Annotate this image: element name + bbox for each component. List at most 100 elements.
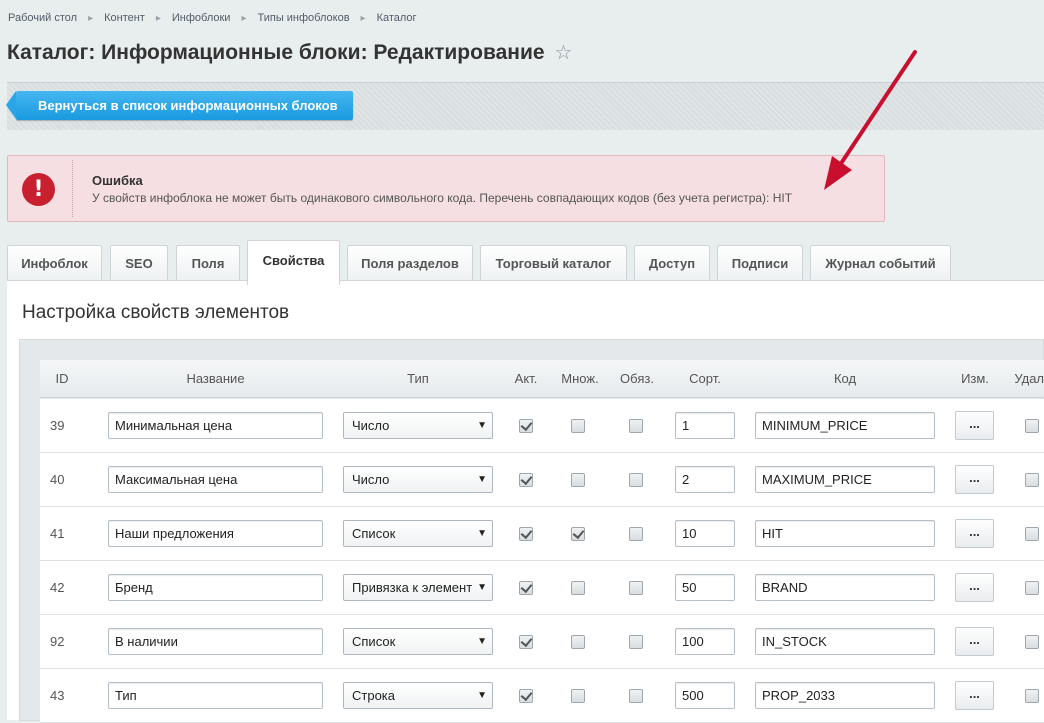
column-header-id: ID (55, 371, 69, 386)
edit-property-button[interactable]: ... (955, 681, 994, 710)
dropdown-arrow-icon: ▼ (477, 636, 487, 647)
required-checkbox[interactable] (629, 689, 643, 703)
dropdown-arrow-icon: ▼ (477, 582, 487, 593)
delete-checkbox[interactable] (1025, 689, 1039, 703)
property-id: 42 (50, 580, 65, 595)
breadcrumb-content[interactable]: Контент (104, 12, 145, 24)
error-icon: ! (22, 173, 55, 206)
delete-checkbox[interactable] (1025, 635, 1039, 649)
required-checkbox[interactable] (629, 473, 643, 487)
table-row: 43 Тип Строка ▼ 500 PROP_2033... (40, 669, 1044, 723)
breadcrumb-separator: ▸ (360, 12, 366, 24)
active-checkbox[interactable] (519, 689, 533, 703)
tab-seo[interactable]: SEO (110, 245, 168, 280)
property-name-input[interactable]: Наши предложения (108, 520, 323, 547)
section-title: Настройка свойств элементов (22, 302, 290, 323)
sort-input[interactable]: 100 (675, 628, 735, 655)
property-type-select[interactable]: Число ▼ (343, 466, 493, 493)
back-to-list-button[interactable]: Вернуться в список информационных блоков (6, 91, 353, 120)
column-header-multiple: Множ. (561, 371, 599, 386)
code-input[interactable]: IN_STOCK (755, 628, 935, 655)
property-name-input[interactable]: Минимальная цена (108, 412, 323, 439)
property-type-value: Список (352, 634, 396, 649)
property-type-value: Число (352, 472, 390, 487)
properties-table: ID Название Тип Акт. Множ. Обяз. Сорт. К… (19, 339, 1044, 723)
delete-checkbox[interactable] (1025, 419, 1039, 433)
active-checkbox[interactable] (519, 581, 533, 595)
column-header-type: Тип (407, 371, 429, 386)
property-name-input[interactable]: Тип (108, 682, 323, 709)
property-name-input[interactable]: В наличии (108, 628, 323, 655)
column-header-code: Код (833, 371, 857, 386)
property-id: 43 (50, 688, 65, 703)
property-name-input[interactable]: Максимальная цена (108, 466, 323, 493)
active-checkbox[interactable] (519, 635, 533, 649)
multiple-checkbox[interactable] (571, 581, 585, 595)
table-row: 39 Минимальная цена Число ▼ 1 MINIMUM_PRICE..… (40, 399, 1044, 453)
delete-checkbox[interactable] (1025, 581, 1039, 595)
code-input[interactable]: HIT (755, 520, 935, 547)
properties-panel: Настройка свойств элементов ID Название … (7, 280, 1044, 723)
dropdown-arrow-icon: ▼ (477, 690, 487, 701)
column-header-name: Название (186, 371, 245, 386)
breadcrumb-iblock-types[interactable]: Типы инфоблоков (257, 12, 349, 24)
multiple-checkbox[interactable] (571, 473, 585, 487)
tab-iblock[interactable]: Инфоблок (7, 245, 102, 280)
sort-input[interactable]: 1 (675, 412, 735, 439)
code-input[interactable]: BRAND (755, 574, 935, 601)
active-checkbox[interactable] (519, 473, 533, 487)
code-input[interactable]: MAXIMUM_PRICE (755, 466, 935, 493)
edit-property-button[interactable]: ... (955, 573, 994, 602)
column-header-sort: Сорт. (689, 371, 721, 386)
star-icon[interactable]: ☆ (555, 40, 573, 65)
property-type-select[interactable]: Список ▼ (343, 628, 493, 655)
code-input[interactable]: PROP_2033 (755, 682, 935, 709)
sort-input[interactable]: 500 (675, 682, 735, 709)
table-header: ID Название Тип Акт. Множ. Обяз. Сорт. К… (40, 360, 1044, 398)
edit-property-button[interactable]: ... (955, 519, 994, 548)
property-id: 41 (50, 526, 65, 541)
tab-fields[interactable]: Поля (176, 245, 240, 280)
breadcrumb-iblocks[interactable]: Инфоблоки (172, 12, 231, 24)
toolbar: Вернуться в список информационных блоков (6, 82, 1044, 130)
required-checkbox[interactable] (629, 635, 643, 649)
multiple-checkbox[interactable] (571, 689, 585, 703)
multiple-checkbox[interactable] (571, 527, 585, 541)
property-type-select[interactable]: Список ▼ (343, 520, 493, 547)
code-input[interactable]: MINIMUM_PRICE (755, 412, 935, 439)
edit-property-button[interactable]: ... (955, 465, 994, 494)
table-row: 42 Бренд Привязка к элемент ▼ 50 BRAND... (40, 561, 1044, 615)
property-name-input[interactable]: Бренд (108, 574, 323, 601)
tab-event-log[interactable]: Журнал событий (810, 245, 951, 280)
breadcrumb-separator: ▸ (88, 12, 94, 24)
required-checkbox[interactable] (629, 419, 643, 433)
tab-access[interactable]: Доступ (634, 245, 710, 280)
property-type-select[interactable]: Привязка к элемент ▼ (343, 574, 493, 601)
property-type-select[interactable]: Число ▼ (343, 412, 493, 439)
tab-properties[interactable]: Свойства (247, 240, 340, 285)
multiple-checkbox[interactable] (571, 635, 585, 649)
required-checkbox[interactable] (629, 527, 643, 541)
edit-property-button[interactable]: ... (955, 411, 994, 440)
required-checkbox[interactable] (629, 581, 643, 595)
sort-input[interactable]: 10 (675, 520, 735, 547)
tab-captions[interactable]: Подписи (717, 245, 803, 280)
sort-input[interactable]: 2 (675, 466, 735, 493)
breadcrumb-separator: ▸ (155, 12, 161, 24)
sort-input[interactable]: 50 (675, 574, 735, 601)
property-id: 39 (50, 418, 65, 433)
multiple-checkbox[interactable] (571, 419, 585, 433)
property-type-value: Строка (352, 688, 396, 703)
tab-section-fields[interactable]: Поля разделов (347, 245, 473, 280)
delete-checkbox[interactable] (1025, 473, 1039, 487)
delete-checkbox[interactable] (1025, 527, 1039, 541)
active-checkbox[interactable] (519, 419, 533, 433)
property-type-select[interactable]: Строка ▼ (343, 682, 493, 709)
breadcrumb: Рабочий стол ▸ Контент ▸ Инфоблоки ▸ Тип… (8, 12, 417, 24)
column-header-required: Обяз. (620, 371, 654, 386)
breadcrumb-catalog[interactable]: Каталог (377, 12, 417, 24)
active-checkbox[interactable] (519, 527, 533, 541)
tab-trade-catalog[interactable]: Торговый каталог (480, 245, 627, 280)
edit-property-button[interactable]: ... (955, 627, 994, 656)
breadcrumb-desktop[interactable]: Рабочий стол (8, 12, 77, 24)
